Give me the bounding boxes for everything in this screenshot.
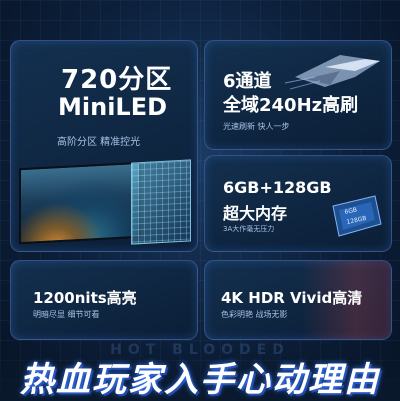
feature-card-miniled: 720分区 MiniLED 高阶分区 精准控光 — [10, 40, 198, 252]
miniled-zone-panel-image — [131, 159, 191, 245]
feature-card-storage: 6GB+128GB 超大内存 3A大作毫无压力 6GB 128GB — [204, 155, 392, 252]
brightness-subtitle: 明暗尽显 细节可看 — [33, 310, 100, 319]
tv-illustration — [19, 159, 191, 245]
feature-card-hdr: 4K HDR Vivid高清 色彩明艳 战场无影 — [204, 260, 392, 340]
banner-title: 热血玩家入手心动理由 — [0, 352, 400, 401]
feature-card-refresh: 6通道 全域240Hz高刷 光速刷新 快人一步 — [204, 40, 392, 150]
storage-title-line1: 6GB+128GB — [223, 178, 332, 197]
refresh-subtitle: 光速刷新 快人一步 — [223, 122, 290, 131]
refresh-title-line2: 全域240Hz高刷 — [223, 95, 359, 116]
brightness-title: 1200nits高亮 — [33, 289, 137, 307]
miniled-title-line1: 720分区 — [61, 65, 173, 95]
memory-chip-image: 6GB 128GB — [332, 195, 382, 237]
miniled-subtitle: 高阶分区 精准控光 — [57, 137, 141, 148]
hdr-title: 4K HDR Vivid高清 — [221, 289, 363, 307]
tv-screen-earth-image — [19, 161, 141, 245]
spaceship-image — [285, 55, 380, 90]
feature-card-brightness: 1200nits高亮 明暗尽显 细节可看 — [10, 260, 198, 340]
storage-title-line2: 超大内存 — [223, 204, 288, 223]
storage-subtitle: 3A大作毫无压力 — [223, 225, 275, 233]
hdr-subtitle: 色彩明艳 战场无影 — [221, 310, 288, 319]
refresh-title-line1: 6通道 — [223, 71, 272, 92]
miniled-title-line2: MiniLED — [58, 93, 168, 121]
